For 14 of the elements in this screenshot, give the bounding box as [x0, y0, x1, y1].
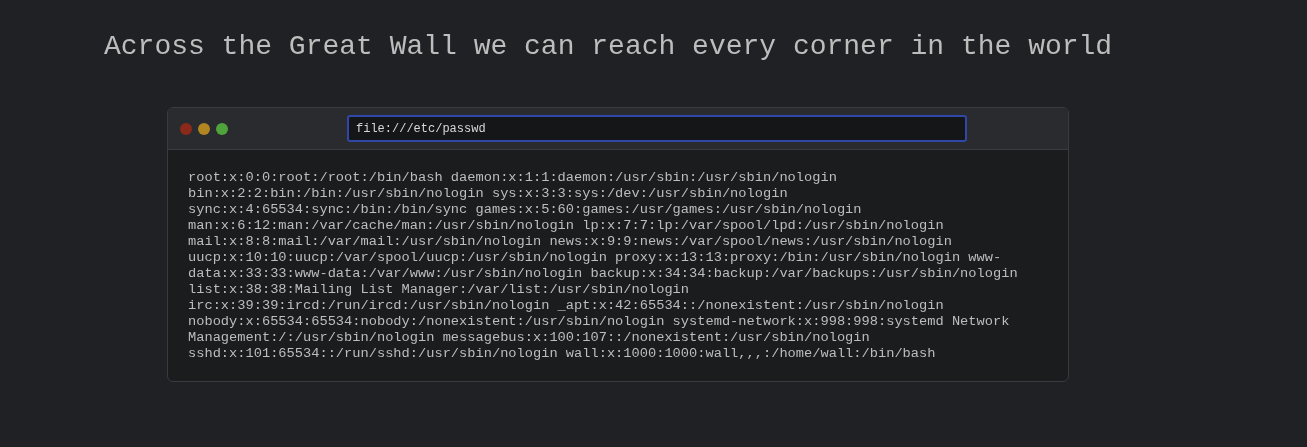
output-line: list:x:38:38:Mailing List Manager:/var/list:/usr/sbin/nologin: [188, 282, 690, 298]
output-line: irc:x:39:39:ircd:/run/ircd:/usr/sbin/nologin _apt:x:42:65534::/nonexistent:/usr/sbin/nologin: [188, 298, 944, 314]
output-line: root:x:0:0:root:/root:/bin/bash daemon:x:1:1:daemon:/usr/sbin:/usr/sbin/nologin: [188, 170, 837, 186]
output-line: uucp:x:10:10:uucp:/var/spool/uucp:/usr/sbin/nologin proxy:x:13:13:proxy:/bin:/usr/sbin/nologin www-: [188, 250, 1002, 266]
output-line: Management:/:/usr/sbin/nologin messagebus:x:100:107::/nonexistent:/usr/sbin/nologin: [188, 330, 870, 346]
output-line: mail:x:8:8:mail:/var/mail:/usr/sbin/nologin news:x:9:9:news:/var/spool/news:/usr/sbin/nologin: [188, 234, 952, 250]
address-field[interactable]: file:///etc/passwd: [347, 115, 967, 142]
output-line: sshd:x:101:65534::/run/sshd:/usr/sbin/nologin wall:x:1000:1000:wall,,,:/home/wall:/bin/bash: [188, 346, 936, 362]
output-line: nobody:x:65534:65534:nobody:/nonexistent:/usr/sbin/nologin systemd-network:x:998:998:systemd Network: [188, 314, 1010, 330]
page-heading: Across the Great Wall we can reach every corner in the world: [104, 31, 1113, 63]
output-line: data:x:33:33:www-data:/var/www:/usr/sbin/nologin backup:x:34:34:backup:/var/backups:/usr/sbin/nologin: [188, 266, 1018, 282]
output-line: sync:x:4:65534:sync:/bin:/bin/sync games:x:5:60:games:/usr/games:/usr/sbin/nologin: [188, 202, 862, 218]
output-line: man:x:6:12:man:/var/cache/man:/usr/sbin/nologin lp:x:7:7:lp:/var/spool/lpd:/usr/sbin/nologin: [188, 218, 944, 234]
output-line: bin:x:2:2:bin:/bin:/usr/sbin/nologin sys:x:3:3:sys:/dev:/usr/sbin/nologin: [188, 186, 788, 202]
